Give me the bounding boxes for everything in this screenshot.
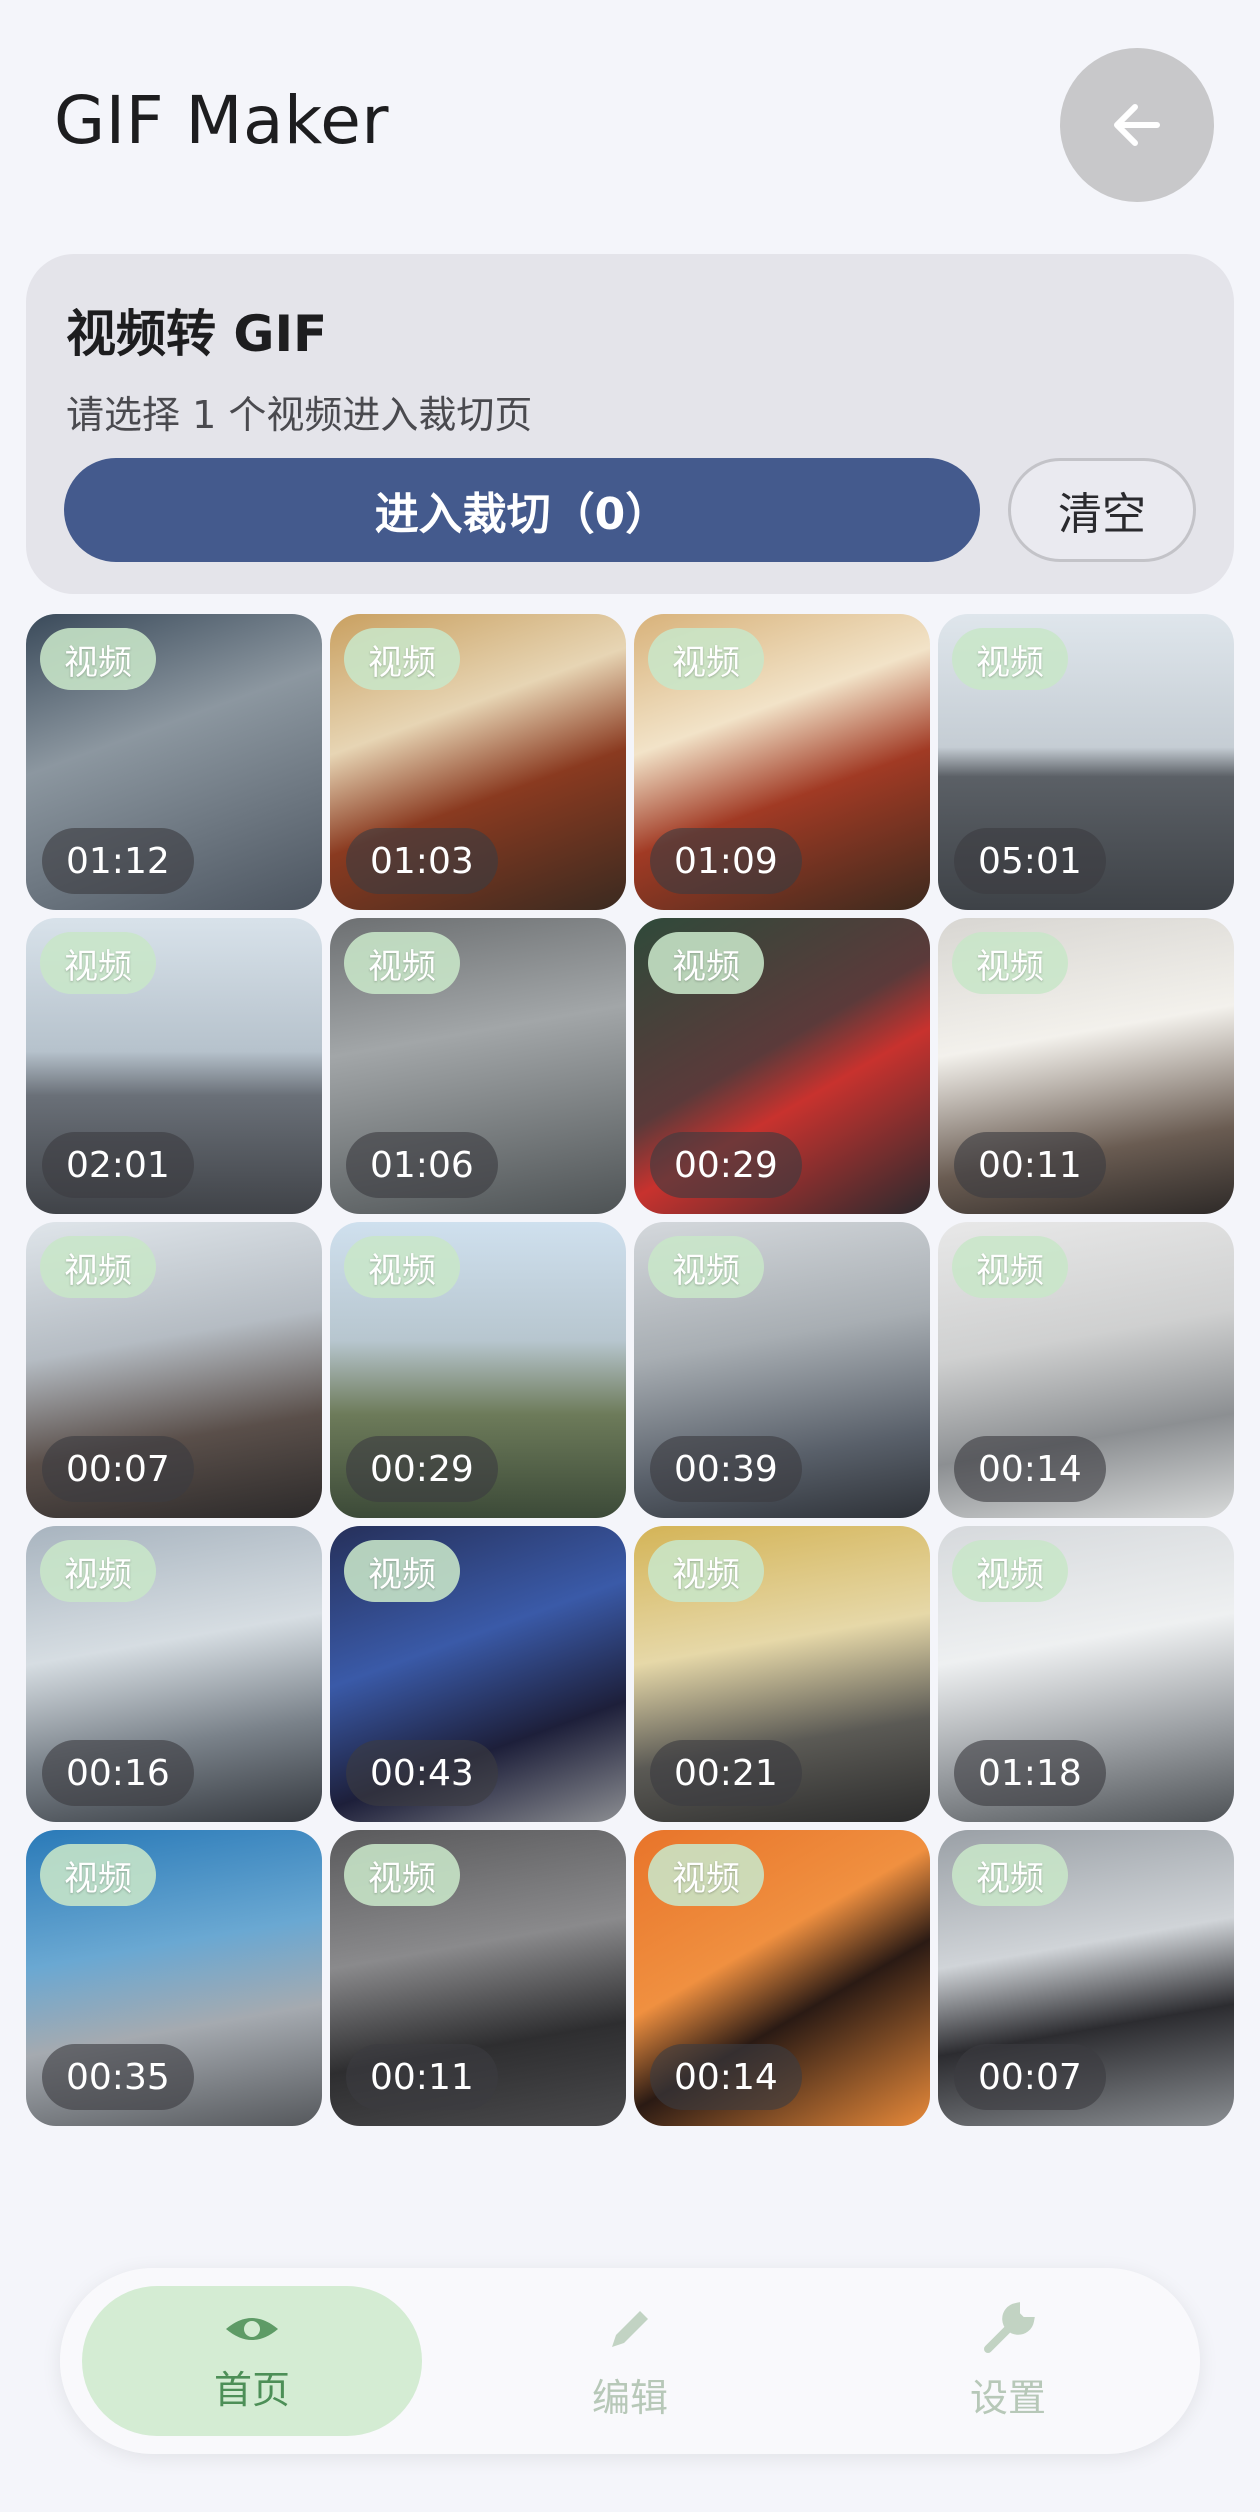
- video-badge: 视频: [952, 1236, 1068, 1298]
- nav-item-home[interactable]: 首页: [82, 2286, 422, 2436]
- video-duration: 01:03: [346, 828, 498, 894]
- nav-item-edit[interactable]: 编辑: [460, 2286, 800, 2436]
- bottom-nav: 首页 编辑 设置: [60, 2268, 1200, 2454]
- video-thumbnail[interactable]: 视频 00:21: [634, 1526, 930, 1822]
- video-duration: 00:43: [346, 1740, 498, 1806]
- video-badge: 视频: [648, 1540, 764, 1602]
- video-badge: 视频: [648, 1844, 764, 1906]
- video-badge: 视频: [952, 932, 1068, 994]
- video-thumbnail[interactable]: 视频 00:11: [330, 1830, 626, 2126]
- video-thumbnail[interactable]: 视频 00:39: [634, 1222, 930, 1518]
- video-duration: 00:07: [954, 2044, 1106, 2110]
- video-thumbnail[interactable]: 视频 00:29: [634, 918, 930, 1214]
- nav-item-settings[interactable]: 设置: [838, 2286, 1178, 2436]
- nav-label-home: 首页: [213, 2367, 290, 2412]
- video-badge: 视频: [344, 932, 460, 994]
- video-duration: 02:01: [42, 1132, 194, 1198]
- video-duration: 00:21: [650, 1740, 802, 1806]
- video-badge: 视频: [648, 628, 764, 690]
- video-duration: 05:01: [954, 828, 1106, 894]
- video-thumbnail[interactable]: 视频 05:01: [938, 614, 1234, 910]
- video-duration: 00:11: [346, 2044, 498, 2110]
- video-badge: 视频: [40, 1540, 156, 1602]
- video-duration: 00:16: [42, 1740, 194, 1806]
- eye-icon: [226, 2317, 278, 2340]
- video-badge: 视频: [952, 1540, 1068, 1602]
- video-thumbnail[interactable]: 视频 00:11: [938, 918, 1234, 1214]
- video-badge: 视频: [952, 628, 1068, 690]
- video-badge: 视频: [40, 932, 156, 994]
- video-duration: 00:29: [650, 1132, 802, 1198]
- video-thumbnail[interactable]: 视频 01:09: [634, 614, 930, 910]
- arrow-left-icon: [1114, 104, 1160, 146]
- video-grid: 视频 01:12 视频 01:03 视频 01:09 视频 05:01 视频 02:01 视频 01:…: [26, 614, 1234, 2126]
- video-duration: 01:06: [346, 1132, 498, 1198]
- nav-label-settings: 设置: [969, 2375, 1046, 2420]
- back-button[interactable]: [1060, 48, 1214, 202]
- app-header: GIF Maker: [0, 0, 1260, 240]
- card-subtitle: 请选择 1 个视频进入裁切页: [66, 393, 533, 437]
- video-badge: 视频: [40, 1844, 156, 1906]
- video-duration: 01:18: [954, 1740, 1106, 1806]
- video-duration: 00:14: [650, 2044, 802, 2110]
- video-to-gif-card: 视频转 GIF 请选择 1 个视频进入裁切页 进入裁切（0） 清空: [26, 254, 1234, 594]
- page: GIF Maker 视频转 GIF 请选择 1 个视频进入裁切页 进入裁切（0）…: [0, 0, 1260, 2512]
- video-badge: 视频: [648, 932, 764, 994]
- video-duration: 00:11: [954, 1132, 1106, 1198]
- video-thumbnail[interactable]: 视频 01:18: [938, 1526, 1234, 1822]
- video-badge: 视频: [40, 628, 156, 690]
- video-duration: 01:12: [42, 828, 194, 894]
- video-thumbnail[interactable]: 视频 00:43: [330, 1526, 626, 1822]
- video-thumbnail[interactable]: 视频 00:29: [330, 1222, 626, 1518]
- video-badge: 视频: [344, 1236, 460, 1298]
- video-thumbnail[interactable]: 视频 00:07: [26, 1222, 322, 1518]
- video-thumbnail[interactable]: 视频 02:01: [26, 918, 322, 1214]
- video-thumbnail[interactable]: 视频 00:16: [26, 1526, 322, 1822]
- clear-button[interactable]: 清空: [1008, 458, 1196, 562]
- video-badge: 视频: [344, 1540, 460, 1602]
- video-thumbnail[interactable]: 视频 01:06: [330, 918, 626, 1214]
- video-thumbnail[interactable]: 视频 00:14: [938, 1222, 1234, 1518]
- video-duration: 00:39: [650, 1436, 802, 1502]
- wrench-icon: [984, 2301, 1035, 2353]
- video-duration: 00:35: [42, 2044, 194, 2110]
- video-thumbnail[interactable]: 视频 00:07: [938, 1830, 1234, 2126]
- video-thumbnail[interactable]: 视频 00:35: [26, 1830, 322, 2126]
- pen-icon: [612, 2310, 648, 2347]
- video-badge: 视频: [648, 1236, 764, 1298]
- video-badge: 视频: [40, 1236, 156, 1298]
- video-thumbnail[interactable]: 视频 01:12: [26, 614, 322, 910]
- video-badge: 视频: [952, 1844, 1068, 1906]
- video-badge: 视频: [344, 1844, 460, 1906]
- video-duration: 00:14: [954, 1436, 1106, 1502]
- video-duration: 00:29: [346, 1436, 498, 1502]
- nav-label-edit: 编辑: [591, 2375, 668, 2420]
- video-duration: 01:09: [650, 828, 802, 894]
- video-badge: 视频: [344, 628, 460, 690]
- enter-crop-button[interactable]: 进入裁切（0）: [64, 458, 980, 562]
- video-thumbnail[interactable]: 视频 01:03: [330, 614, 626, 910]
- video-thumbnail[interactable]: 视频 00:14: [634, 1830, 930, 2126]
- card-title: 视频转 GIF: [66, 305, 328, 363]
- app-title: GIF Maker: [54, 82, 390, 159]
- video-duration: 00:07: [42, 1436, 194, 1502]
